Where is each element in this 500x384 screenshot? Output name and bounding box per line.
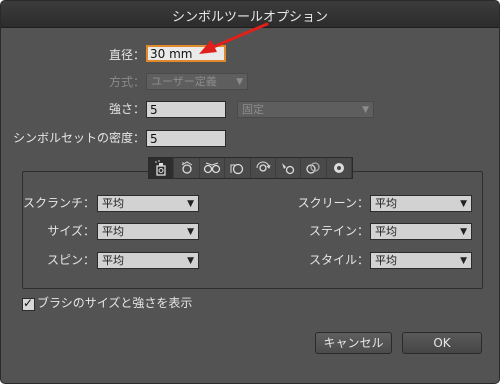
symbol-screener-icon[interactable] — [301, 158, 327, 178]
method-select: ユーザー定義 ▼ — [146, 73, 248, 90]
chevron-down-icon: ▼ — [187, 199, 194, 209]
intensity-label: 強さ： — [108, 102, 145, 116]
symbol-stainer-icon[interactable] — [276, 158, 302, 178]
symbol-sprayer-icon[interactable] — [149, 158, 175, 178]
symbol-tool-strip — [148, 157, 353, 179]
chevron-down-icon: ▼ — [460, 199, 467, 209]
method-select-value: ユーザー定義 — [151, 75, 217, 88]
style-select-value: 平均 — [375, 254, 397, 267]
size-select-value: 平均 — [102, 225, 124, 238]
stain-label: ステイン： — [308, 224, 369, 238]
diameter-label: 直径： — [108, 48, 145, 62]
chevron-down-icon: ▼ — [236, 77, 243, 87]
style-select[interactable]: 平均 ▼ — [370, 252, 472, 269]
size-select[interactable]: 平均 ▼ — [97, 223, 199, 240]
screen-label: スクリーン： — [297, 196, 369, 210]
spin-select[interactable]: 平均 ▼ — [97, 252, 199, 269]
spin-select-value: 平均 — [102, 254, 124, 267]
size-label: サイズ： — [47, 224, 95, 238]
style-label: スタイル： — [308, 253, 369, 267]
stain-select-value: 平均 — [375, 225, 397, 238]
chevron-down-icon: ▼ — [460, 227, 467, 237]
ok-button[interactable]: OK — [402, 332, 482, 354]
show-brush-size-checkbox[interactable]: ✓ — [22, 296, 35, 311]
symbol-scruncher-icon[interactable] — [200, 158, 226, 178]
checkmark-icon: ✓ — [23, 296, 34, 310]
method-label: 方式： — [108, 75, 145, 89]
symbol-shifter-icon[interactable] — [174, 158, 200, 178]
chevron-down-icon: ▼ — [362, 105, 369, 115]
scrunch-label: スクランチ： — [23, 196, 96, 210]
scrunch-select-value: 平均 — [102, 197, 124, 210]
intensity-mode-value: 固定 — [242, 103, 264, 116]
chevron-down-icon: ▼ — [187, 227, 194, 237]
chevron-down-icon: ▼ — [187, 256, 194, 266]
scrunch-select[interactable]: 平均 ▼ — [97, 195, 199, 212]
screen-select[interactable]: 平均 ▼ — [370, 195, 472, 212]
symbol-sizer-icon[interactable] — [225, 158, 251, 178]
stain-select[interactable]: 平均 ▼ — [370, 223, 472, 240]
show-brush-size-label[interactable]: ブラシのサイズと強さを表示 — [37, 294, 192, 312]
symbol-tool-options-dialog: シンボルツールオプション 直径： 30 mm 方式： ユーザー定義 ▼ 強さ： … — [0, 0, 500, 384]
spin-label: スピン： — [46, 253, 95, 267]
symbol-styler-icon[interactable] — [327, 158, 352, 178]
intensity-input[interactable]: 5 — [146, 101, 226, 118]
density-input[interactable]: 5 — [146, 130, 226, 147]
chevron-down-icon: ▼ — [460, 256, 467, 266]
annotation-arrow-icon — [199, 22, 269, 54]
density-label: シンボルセットの密度： — [12, 131, 145, 145]
cancel-button[interactable]: キャンセル — [315, 332, 392, 354]
symbol-spinner-icon[interactable] — [251, 158, 276, 178]
screen-select-value: 平均 — [375, 197, 397, 210]
intensity-mode-select: 固定 ▼ — [237, 101, 374, 118]
